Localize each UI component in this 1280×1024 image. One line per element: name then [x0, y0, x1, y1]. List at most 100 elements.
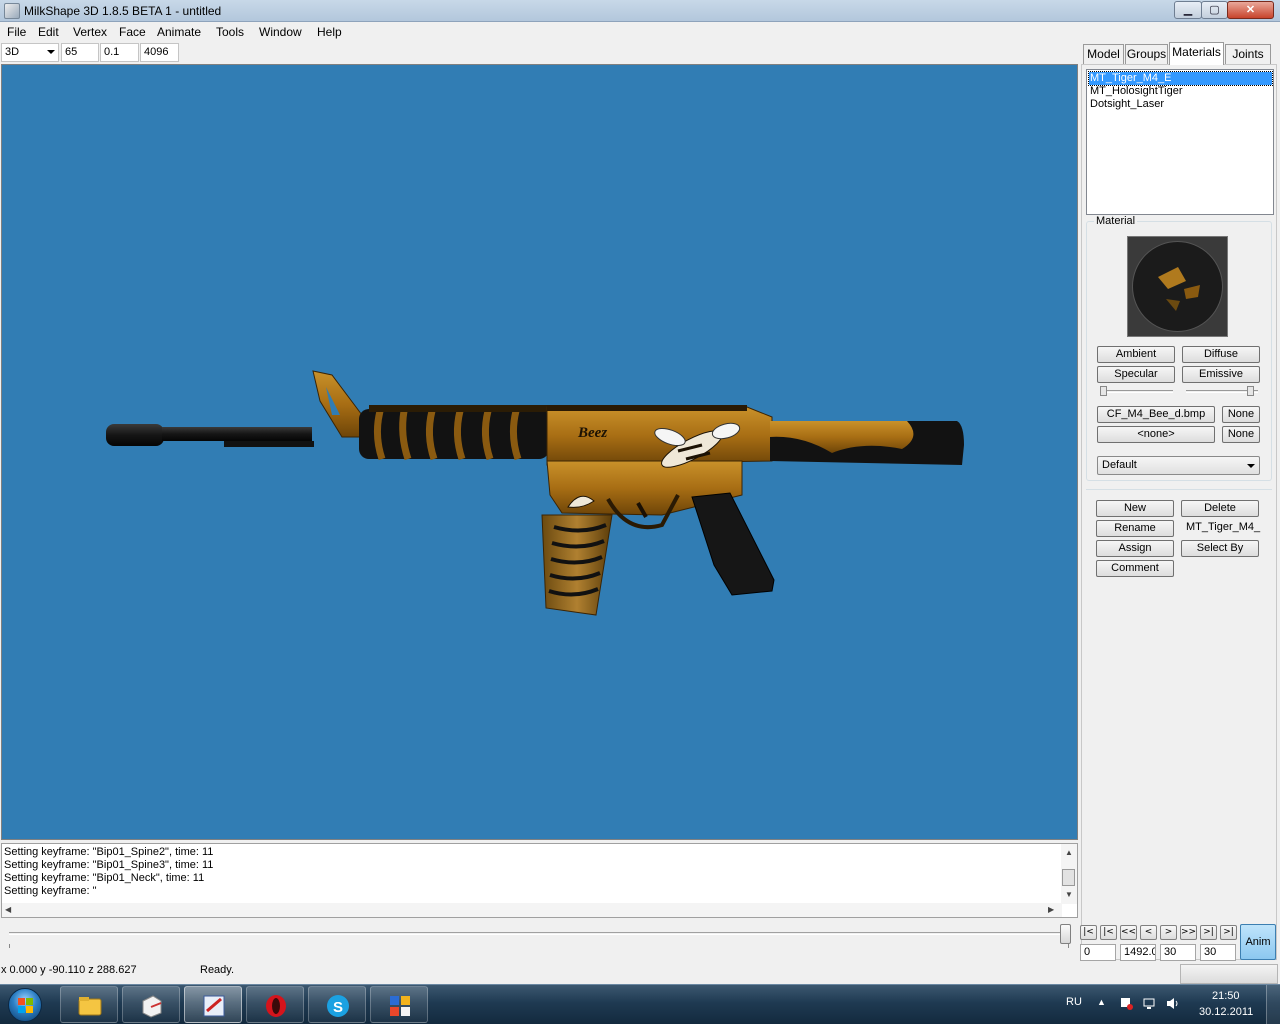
- new-material-button[interactable]: New: [1096, 500, 1174, 517]
- next-key-button[interactable]: >|: [1200, 925, 1217, 940]
- status-progress-box: [1180, 964, 1278, 984]
- scroll-down-icon[interactable]: ▼: [1065, 890, 1073, 899]
- select-by-material-button[interactable]: Select By: [1181, 540, 1259, 557]
- taskbar-milkshape[interactable]: [122, 986, 180, 1023]
- shading-mode-select[interactable]: Default: [1097, 456, 1260, 475]
- log-panel: Setting keyframe: "Bip01_Spine2", time: …: [1, 843, 1078, 918]
- menu-file[interactable]: File: [7, 25, 26, 39]
- language-indicator[interactable]: RU: [1066, 996, 1082, 1008]
- front-sight: [312, 370, 363, 438]
- menu-animate[interactable]: Animate: [157, 25, 201, 39]
- prev-frame-button[interactable]: <: [1140, 925, 1157, 940]
- timeline-ticks: [9, 944, 1069, 948]
- clock-date[interactable]: 30.12.2011: [1199, 1006, 1253, 1018]
- tab-model[interactable]: Model: [1083, 44, 1124, 64]
- shininess-slider-thumb[interactable]: [1100, 386, 1107, 396]
- transparency-slider-thumb[interactable]: [1247, 386, 1254, 396]
- minimize-button[interactable]: ▁: [1174, 1, 1202, 19]
- taskbar-opera[interactable]: [246, 986, 304, 1023]
- show-hidden-icons-icon[interactable]: ▲: [1097, 997, 1106, 1007]
- assign-material-button[interactable]: Assign: [1096, 540, 1174, 557]
- material-actions-group: New Delete Rename MT_Tiger_M4_ Assign Se…: [1086, 489, 1272, 607]
- maximize-button[interactable]: ▢: [1201, 1, 1228, 19]
- next-frame-button[interactable]: >: [1160, 925, 1177, 940]
- delete-material-button[interactable]: Delete: [1181, 500, 1259, 517]
- frame-value-field[interactable]: 1492.0: [1120, 944, 1156, 961]
- rewind-button[interactable]: <<: [1120, 925, 1137, 940]
- scroll-up-icon[interactable]: ▲: [1065, 848, 1073, 857]
- texture-none-button[interactable]: None: [1222, 406, 1260, 423]
- taskbar-explorer[interactable]: [60, 986, 118, 1023]
- shininess-slider[interactable]: [1101, 390, 1173, 393]
- ambient-button[interactable]: Ambient: [1097, 346, 1175, 363]
- windows-logo-icon: [8, 988, 42, 1022]
- fov-field[interactable]: 65: [61, 43, 99, 62]
- end-frame-field[interactable]: 30: [1200, 944, 1236, 961]
- material-sphere: [1132, 241, 1223, 332]
- comment-button[interactable]: Comment: [1096, 560, 1174, 577]
- menu-help[interactable]: Help: [317, 25, 342, 39]
- emissive-button[interactable]: Emissive: [1182, 366, 1260, 383]
- paint-icon: [203, 995, 225, 1017]
- list-item[interactable]: Dotsight_Laser: [1089, 98, 1272, 111]
- taskbar-windows-app[interactable]: [370, 986, 428, 1023]
- menu-tools[interactable]: Tools: [216, 25, 244, 39]
- scroll-left-icon[interactable]: ◀: [5, 905, 11, 914]
- show-desktop-button[interactable]: [1266, 985, 1280, 1024]
- first-frame-button[interactable]: |<: [1080, 925, 1097, 940]
- tab-materials[interactable]: Materials: [1169, 42, 1224, 65]
- alphamap-none-button[interactable]: None: [1222, 426, 1260, 443]
- viewport-toolbar: 3D 65 0.1 4096: [0, 42, 1080, 64]
- taskbar-paint[interactable]: [184, 986, 242, 1023]
- rename-material-button[interactable]: Rename: [1096, 520, 1174, 537]
- close-button[interactable]: ✕: [1227, 1, 1274, 19]
- log-vertical-scrollbar[interactable]: ▲ ▼: [1061, 844, 1077, 904]
- alphamap-button[interactable]: <none>: [1097, 426, 1215, 443]
- clock-time[interactable]: 21:50: [1212, 990, 1240, 1002]
- menu-window[interactable]: Window: [259, 25, 302, 39]
- animation-timeline[interactable]: [1, 922, 1078, 960]
- status-message: Ready.: [200, 964, 235, 976]
- gas-tube: [224, 441, 314, 447]
- taskbar-skype[interactable]: S: [308, 986, 366, 1023]
- 3d-viewport[interactable]: Beez: [1, 64, 1078, 840]
- taskbar: S RU ▲ 21:50 30.12.2011: [0, 984, 1280, 1024]
- log-horizontal-scrollbar[interactable]: ◀ ▶: [2, 903, 1062, 917]
- current-frame-field[interactable]: 0: [1080, 944, 1116, 961]
- menu-face[interactable]: Face: [119, 25, 146, 39]
- near-clip-field[interactable]: 0.1: [100, 43, 139, 62]
- pistol-grip: [691, 492, 775, 596]
- far-clip-field[interactable]: 4096: [140, 43, 179, 62]
- view-mode-value: 3D: [5, 46, 20, 58]
- start-button[interactable]: [4, 987, 46, 1023]
- tab-joints[interactable]: Joints: [1225, 44, 1271, 64]
- network-icon[interactable]: [1143, 997, 1157, 1010]
- specular-button[interactable]: Specular: [1097, 366, 1175, 383]
- timeline-track[interactable]: [9, 932, 1069, 935]
- list-item[interactable]: MT_HolosightTiger: [1089, 85, 1272, 98]
- diffuse-button[interactable]: Diffuse: [1182, 346, 1260, 363]
- fast-forward-button[interactable]: >>: [1180, 925, 1197, 940]
- anim-mode-button[interactable]: Anim: [1240, 924, 1276, 960]
- scrollbar-thumb[interactable]: [1062, 869, 1075, 886]
- material-list[interactable]: MT_Tiger_M4_E MT_HolosightTiger Dotsight…: [1086, 69, 1274, 215]
- menu-edit[interactable]: Edit: [38, 25, 59, 39]
- list-item[interactable]: MT_Tiger_M4_E: [1088, 71, 1273, 86]
- volume-icon[interactable]: [1166, 997, 1180, 1010]
- rifle-model: Beez: [106, 370, 964, 616]
- cursor-coordinates: x 0.000 y -90.110 z 288.627: [1, 964, 137, 976]
- prev-key-button[interactable]: |<: [1100, 925, 1117, 940]
- explorer-icon: [78, 997, 102, 1016]
- material-preview: [1127, 236, 1228, 337]
- texture-button[interactable]: CF_M4_Bee_d.bmp: [1097, 406, 1215, 423]
- animation-controls: |< |< << < > >> >| >| 0 1492.0 30 30 Ani…: [1080, 922, 1280, 962]
- tab-groups[interactable]: Groups: [1125, 44, 1168, 64]
- start-frame-field[interactable]: 30: [1160, 944, 1196, 961]
- material-name-field[interactable]: MT_Tiger_M4_: [1184, 520, 1264, 537]
- view-mode-select[interactable]: 3D: [1, 43, 59, 62]
- timeline-thumb[interactable]: [1060, 924, 1071, 944]
- last-frame-button[interactable]: >|: [1220, 925, 1237, 940]
- scroll-right-icon[interactable]: ▶: [1048, 905, 1054, 914]
- menu-vertex[interactable]: Vertex: [73, 25, 107, 39]
- action-center-icon[interactable]: [1120, 997, 1134, 1010]
